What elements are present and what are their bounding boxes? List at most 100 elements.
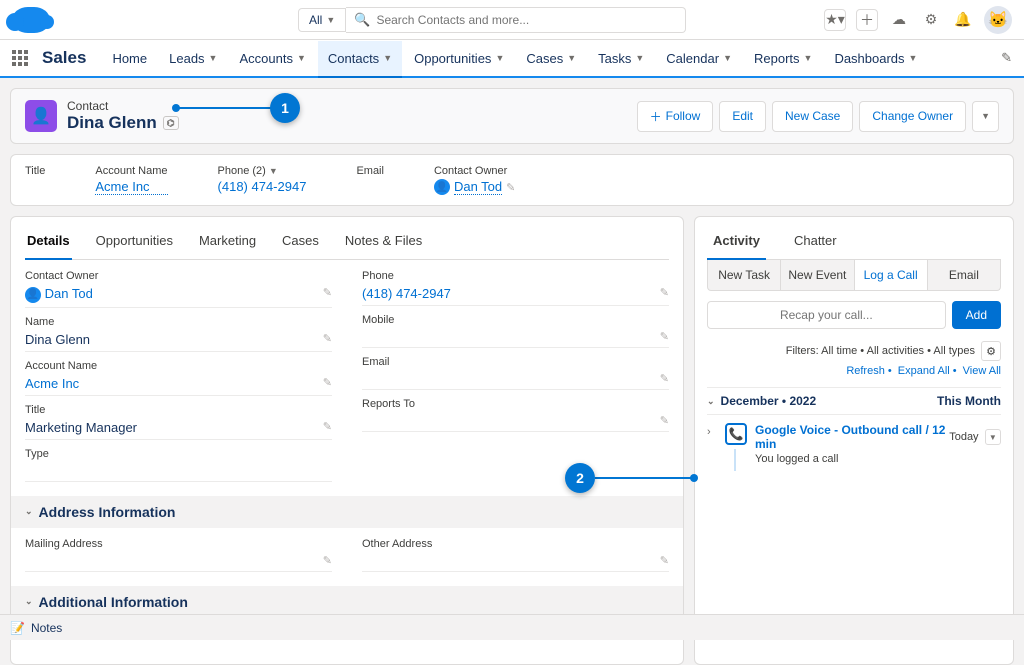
nav-leads[interactable]: Leads▼: [159, 41, 227, 76]
subtab-email[interactable]: Email: [928, 260, 1000, 290]
tab-cases[interactable]: Cases: [280, 225, 321, 259]
hl-account-link[interactable]: Acme Inc: [95, 179, 167, 195]
mailing-value: ✎: [25, 552, 332, 572]
expand-icon[interactable]: ›: [707, 426, 717, 465]
activity-panel: Activity Chatter New Task New Event Log …: [694, 216, 1014, 665]
pencil-icon[interactable]: ✎: [323, 376, 332, 389]
global-header: All ▼ 🔍 ★▾ ＋ ☁ ⚙ 🔔 🐱: [0, 0, 1024, 40]
other-addr-value: ✎: [362, 552, 669, 572]
pencil-icon[interactable]: ✎: [323, 554, 332, 567]
pencil-icon[interactable]: ✎: [323, 420, 332, 433]
chevron-down-icon: ▼: [326, 15, 335, 25]
nav-home[interactable]: Home: [102, 41, 157, 76]
refresh-link[interactable]: Refresh: [846, 365, 885, 377]
nav-calendar[interactable]: Calendar▼: [656, 41, 742, 76]
subtab-log-call[interactable]: Log a Call: [855, 260, 928, 290]
nav-opportunities[interactable]: Opportunities▼: [404, 41, 514, 76]
recap-input[interactable]: [707, 301, 946, 329]
pencil-icon[interactable]: ✎: [323, 286, 332, 299]
timeline-item-title[interactable]: Google Voice - Outbound call / 12 min: [755, 423, 949, 451]
annotation-1-dot: [172, 104, 180, 112]
gear-icon[interactable]: ⚙: [920, 9, 942, 31]
timeline-item: › 📞 Google Voice - Outbound call / 12 mi…: [707, 423, 1001, 465]
add-icon[interactable]: ＋: [856, 9, 878, 31]
hl-owner-link[interactable]: Dan Tod: [454, 179, 502, 195]
search-box[interactable]: 🔍: [346, 7, 686, 33]
hl-owner-value: 👤 Dan Tod ✎: [434, 179, 515, 195]
search-icon: 🔍: [354, 12, 370, 28]
chevron-down-icon: ⌄: [25, 596, 33, 607]
tab-notes-files[interactable]: Notes & Files: [343, 225, 424, 259]
app-launcher-icon[interactable]: [12, 50, 30, 66]
tab-marketing[interactable]: Marketing: [197, 225, 258, 259]
type-label: Type: [25, 448, 332, 460]
notes-label[interactable]: Notes: [31, 621, 62, 635]
hl-email-label: Email: [356, 165, 384, 177]
pencil-icon[interactable]: ✎: [323, 332, 332, 345]
pencil-icon[interactable]: ✎: [660, 372, 669, 385]
pencil-icon[interactable]: ✎: [660, 286, 669, 299]
chevron-down-icon: ▼: [269, 166, 278, 176]
user-avatar-icon: 👤: [434, 179, 450, 195]
bell-icon[interactable]: 🔔: [952, 9, 974, 31]
change-owner-button[interactable]: Change Owner: [859, 101, 966, 132]
timeline-item-menu[interactable]: ▼: [985, 429, 1001, 445]
expand-all-link[interactable]: Expand All: [898, 365, 950, 377]
nav-reports[interactable]: Reports▼: [744, 41, 822, 76]
user-avatar[interactable]: 🐱: [984, 6, 1012, 34]
nav-dashboards[interactable]: Dashboards▼: [824, 41, 927, 76]
filter-gear-icon[interactable]: ⚙: [981, 341, 1001, 361]
call-icon: 📞: [725, 423, 747, 445]
hl-account-label: Account Name: [95, 165, 167, 177]
chevron-down-icon: ▼: [723, 53, 732, 63]
more-actions-button[interactable]: ▼: [972, 101, 999, 132]
pencil-icon[interactable]: ✎: [660, 330, 669, 343]
view-all-link[interactable]: View All: [963, 365, 1001, 377]
follow-button[interactable]: ＋Follow: [637, 101, 714, 132]
email-value: ✎: [362, 370, 669, 390]
record-header: 👤 Contact Dina Glenn ⌬ ＋Follow Edit New …: [10, 88, 1014, 144]
hl-owner-label: Contact Owner: [434, 165, 515, 177]
timeline-month[interactable]: ⌄December • 2022: [707, 394, 937, 408]
header-actions: ★▾ ＋ ☁ ⚙ 🔔 🐱: [824, 6, 1012, 34]
annotation-1-line: [176, 107, 272, 109]
edit-button[interactable]: Edit: [719, 101, 766, 132]
section-address[interactable]: ⌄Address Information: [11, 496, 683, 528]
chevron-down-icon: ▼: [495, 53, 504, 63]
add-button[interactable]: Add: [952, 301, 1001, 329]
record-type-label: Contact: [67, 99, 179, 113]
new-case-button[interactable]: New Case: [772, 101, 853, 132]
tab-activity[interactable]: Activity: [707, 225, 766, 260]
record-tabs: Details Opportunities Marketing Cases No…: [25, 225, 669, 260]
contact-icon: 👤: [25, 100, 57, 132]
pencil-icon[interactable]: ✎: [660, 414, 669, 427]
change-owner-icon[interactable]: ✎: [506, 181, 515, 194]
edit-nav-icon[interactable]: ✎: [1001, 50, 1012, 66]
favorites-icon[interactable]: ★▾: [824, 9, 846, 31]
tab-opportunities[interactable]: Opportunities: [94, 225, 175, 259]
section-additional[interactable]: ⌄Additional Information: [11, 586, 683, 618]
subtab-new-task[interactable]: New Task: [708, 260, 781, 290]
salesforce-logo: [12, 7, 50, 33]
nav-contacts[interactable]: Contacts▼: [318, 41, 402, 78]
cloud-icon[interactable]: ☁: [888, 9, 910, 31]
details-panel: Details Opportunities Marketing Cases No…: [10, 216, 684, 665]
hierarchy-icon[interactable]: ⌬: [163, 116, 179, 130]
chevron-down-icon: ▼: [909, 53, 918, 63]
nav-cases[interactable]: Cases▼: [516, 41, 586, 76]
subtab-new-event[interactable]: New Event: [781, 260, 854, 290]
nav-accounts[interactable]: Accounts▼: [229, 41, 315, 76]
tab-details[interactable]: Details: [25, 225, 72, 260]
chevron-down-icon: ▼: [383, 53, 392, 63]
record-actions: ＋Follow Edit New Case Change Owner ▼: [637, 101, 999, 132]
tab-chatter[interactable]: Chatter: [788, 225, 843, 259]
pencil-icon[interactable]: ✎: [660, 554, 669, 567]
search-input[interactable]: [376, 13, 677, 27]
annotation-2-dot: [690, 474, 698, 482]
notes-icon[interactable]: 📝: [10, 621, 25, 635]
search-scope-dropdown[interactable]: All ▼: [298, 8, 346, 32]
name-label: Name: [25, 316, 332, 328]
nav-tasks[interactable]: Tasks▼: [588, 41, 654, 76]
hl-phone-link[interactable]: (418) 474-2947: [218, 179, 307, 194]
account-value: Acme Inc✎: [25, 374, 332, 396]
